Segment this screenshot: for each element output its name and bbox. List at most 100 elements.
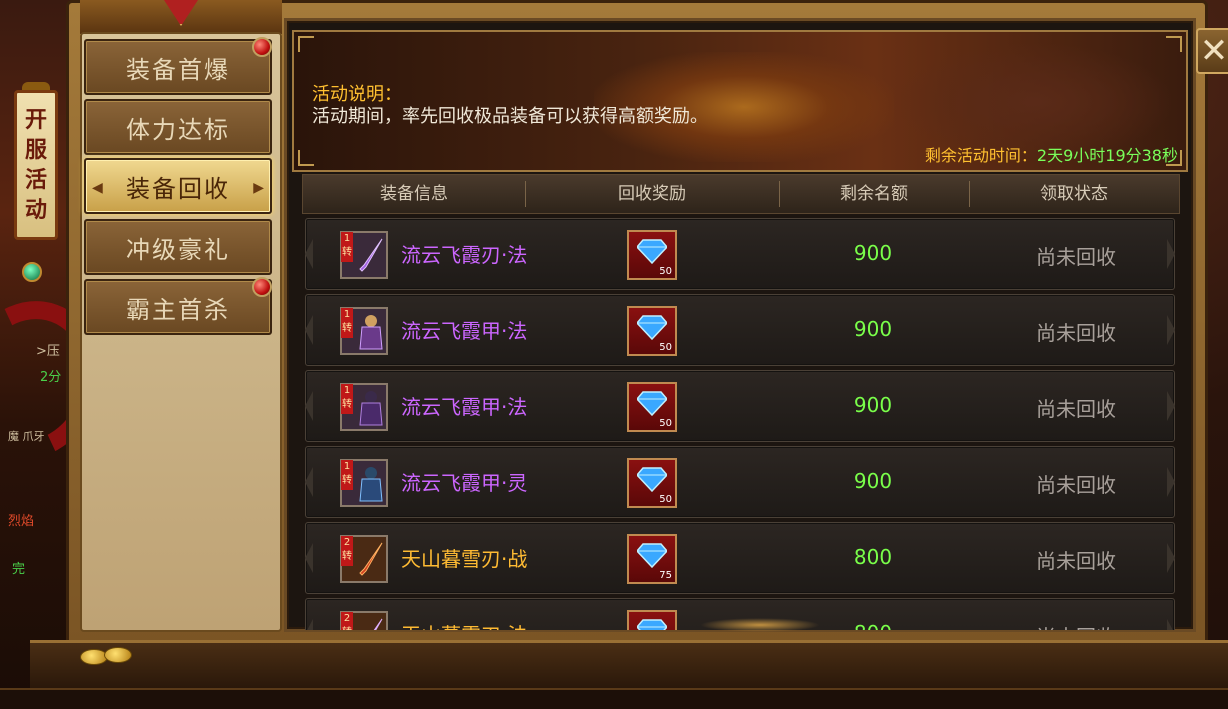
chevron-left-icon: ◀ [92,180,103,196]
remaining-time: 剩余活动时间：2天9小时19分38秒 [925,142,1178,166]
table-row: 1转 流云飞霞甲·法 50 900 尚未回收 [305,370,1175,442]
nav-item-label: 冲级豪礼 [126,235,230,264]
reward-slot[interactable]: 50 [627,382,677,432]
nav-item-boss-first-kill[interactable]: 霸主首杀 [84,277,272,335]
reward-slot[interactable]: 50 [627,306,677,356]
table-row: 2转 天山暮雪刃·战 75 800 尚未回收 [305,522,1175,594]
tag-char: 开 [24,107,47,133]
nav-item-equipment-recycle[interactable]: ◀ 装备回收 ▶ [84,158,272,214]
side-text: 烈焰 [8,514,35,529]
reward-slot[interactable]: 75 [627,534,677,584]
row-edge-left [305,467,313,497]
claim-status: 尚未回收 [1036,473,1116,497]
green-gem-icon [22,262,42,282]
armor-icon[interactable]: 1转 [340,383,388,431]
column-header-remaining: 剩余名额 [840,184,908,204]
column-header-status: 领取状态 [1040,184,1108,204]
rebirth-badge: 1转 [341,308,353,338]
tag-char: 服 [24,137,47,163]
side-text: 2分 [40,370,62,385]
reward-quantity: 50 [659,494,672,505]
row-edge-right [1167,239,1175,269]
rebirth-badge: 1转 [341,384,353,414]
table-header: 装备信息 回收奖励 剩余名额 领取状态 [302,174,1180,214]
rebirth-badge: 1转 [341,232,353,262]
side-text: 魔 爪牙 [8,430,45,443]
notification-dot-icon [252,277,272,297]
side-text: >压 [36,344,60,359]
event-description-text: 活动期间，率先回收极品装备可以获得高额奖励。 [312,106,708,127]
item-name: 天山暮雪刃·法 [401,619,527,630]
window-bottom-bar [30,640,1228,688]
hud-bottom-edge [0,688,1228,709]
diamond-icon [637,543,667,568]
reward-quantity: 75 [659,570,672,581]
item-name: 天山暮雪刃·战 [401,547,528,571]
diamond-icon [637,315,667,340]
row-edge-right [1167,543,1175,573]
sword-icon[interactable]: 2转 [340,611,388,630]
row-edge-left [305,543,313,573]
row-edge-left [305,619,313,630]
table-row: 1转 流云飞霞甲·灵 50 900 尚未回收 [305,446,1175,518]
item-name: 流云飞霞甲·法 [401,319,528,343]
remaining-slots: 900 [853,393,893,417]
scroll-down-glow[interactable] [700,618,820,632]
open-server-event-tag[interactable]: 开 服 活 动 [14,90,58,240]
reward-slot[interactable]: 50 [627,230,677,280]
reward-slot[interactable]: 50 [627,458,677,508]
column-header-equipment: 装备信息 [380,184,448,204]
remaining-slots: 800 [853,545,893,569]
nav-item-first-drop[interactable]: 装备首爆 [84,37,272,95]
remaining-slots: 900 [853,241,893,265]
column-header-reward: 回收奖励 [618,184,686,204]
claim-status: 尚未回收 [1036,321,1116,345]
table-row: 1转 流云飞霞甲·法 50 900 尚未回收 [305,294,1175,366]
row-edge-right [1167,391,1175,421]
nav-item-label: 装备回收 [126,174,230,203]
row-edge-left [305,239,313,269]
remaining-slots: 800 [829,621,917,630]
rebirth-badge: 1转 [341,460,353,490]
claim-status: 尚未回收 [1006,621,1146,630]
nav-top-ornament [80,0,282,36]
reward-quantity: 50 [659,266,672,277]
row-edge-right [1167,315,1175,345]
claim-status: 尚未回收 [1036,549,1116,573]
tag-char: 活 [24,167,47,193]
reward-quantity: 50 [659,418,672,429]
item-name: 流云飞霞甲·灵 [401,471,528,495]
claim-status: 尚未回收 [1036,397,1116,421]
reward-slot[interactable] [627,610,677,630]
row-edge-right [1167,619,1175,630]
diamond-icon [637,391,667,416]
close-icon: ✕ [1199,31,1228,71]
gold-coins-icon [80,645,140,665]
item-name: 流云飞霞甲·法 [401,395,528,419]
nav-item-stamina-goal[interactable]: 体力达标 [84,99,272,155]
nav-item-level-rewards[interactable]: 冲级豪礼 [84,219,272,275]
recycle-list[interactable]: 1转 流云飞霞刃·法 50 900 尚未回收 1转 流云飞霞甲·法 50 900… [302,216,1180,630]
diamond-icon [637,467,667,492]
claim-status: 尚未回收 [1036,245,1116,269]
rebirth-badge: 2转 [341,536,353,566]
nav-item-label: 装备首爆 [126,55,230,84]
tag-char: 动 [24,197,47,223]
item-name: 流云飞霞刃·法 [401,243,528,267]
remaining-slots: 900 [853,469,893,493]
remaining-time-label: 剩余活动时间： [924,146,1037,165]
armor-icon[interactable]: 1转 [340,459,388,507]
reward-quantity: 50 [659,342,672,353]
sword-icon[interactable]: 1转 [340,231,388,279]
remaining-time-value: 2天9小时19分38秒 [1036,146,1178,165]
close-button[interactable]: ✕ [1196,28,1228,74]
nav-item-label: 霸主首杀 [126,295,230,324]
chevron-right-icon: ▶ [253,180,264,196]
corner-ornament-icon [1166,36,1182,52]
side-text: 完 [12,562,26,577]
sword-icon[interactable]: 2转 [340,535,388,583]
row-edge-right [1167,467,1175,497]
diamond-icon [637,619,667,630]
notification-dot-icon [252,37,272,57]
armor-icon[interactable]: 1转 [340,307,388,355]
